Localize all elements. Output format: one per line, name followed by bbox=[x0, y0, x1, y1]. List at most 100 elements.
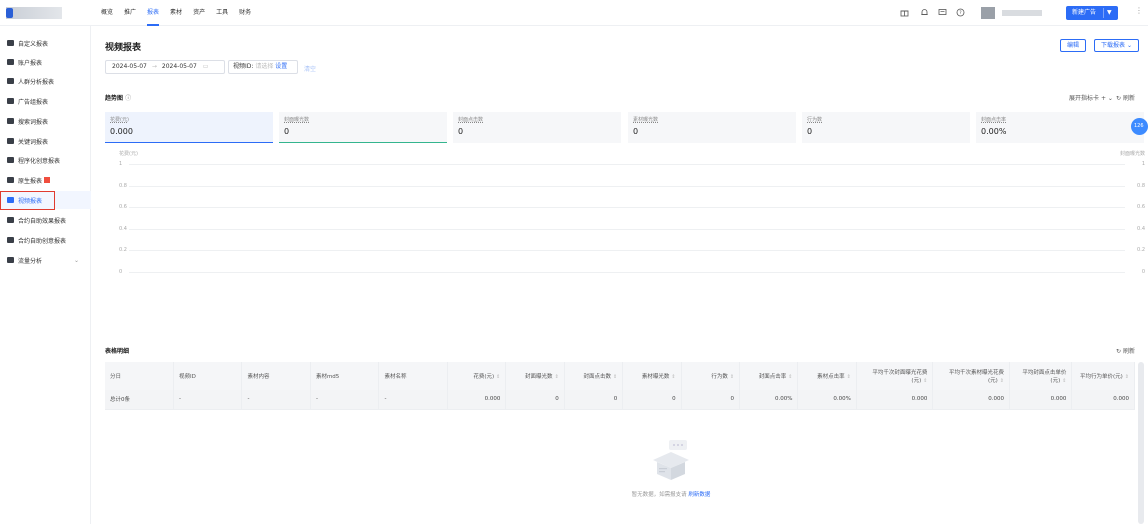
date-range-picker[interactable]: 2024-05-07 → 2024-05-07 ▭ bbox=[105, 60, 225, 74]
sidebar-item-label: 合约自助创意报表 bbox=[18, 237, 67, 245]
metric-card-cover-impressions[interactable]: 封面曝光数 0 bbox=[279, 112, 447, 143]
nav-materials[interactable]: 素材 bbox=[170, 0, 182, 26]
help-icon[interactable]: ? bbox=[956, 8, 965, 17]
sort-icon[interactable]: ⇕ bbox=[1125, 374, 1129, 380]
caret-down-icon[interactable]: ▼ bbox=[1107, 6, 1112, 20]
metric-card-spend[interactable]: 花费(元) 0.000 bbox=[105, 112, 273, 143]
sort-icon[interactable]: ⇕ bbox=[671, 374, 675, 380]
metric-card-cover-clicks[interactable]: 封面点击数 0 bbox=[453, 112, 621, 143]
nav-promotion[interactable]: 推广 bbox=[124, 0, 136, 26]
help-icon[interactable]: ⓘ bbox=[125, 95, 131, 102]
logo[interactable] bbox=[6, 7, 62, 19]
column-header[interactable]: 素材点击率 ⇕ bbox=[797, 362, 857, 390]
sidebar-item-contract-effect-report[interactable]: 合约自助效果报表 bbox=[0, 211, 91, 229]
column-header[interactable]: 封面点击数 ⇕ bbox=[564, 362, 624, 390]
sidebar-item-native-report[interactable]: 原生报表 bbox=[0, 171, 91, 189]
y-tick-right: 0.2 bbox=[1137, 247, 1145, 253]
table-cell: 0.000 bbox=[932, 390, 1010, 410]
date-start: 2024-05-07 bbox=[112, 63, 147, 70]
arrow-right-icon: → bbox=[151, 63, 157, 70]
set-link[interactable]: 设置 bbox=[275, 63, 287, 70]
gridline bbox=[129, 271, 1125, 273]
column-header[interactable]: 平均千次封面曝光花费(元) ⇕ bbox=[856, 362, 934, 390]
table-cell: - bbox=[241, 390, 311, 410]
sidebar-item-traffic-analysis[interactable]: 流量分析 ⌄ bbox=[0, 251, 91, 269]
sidebar-item-custom-report[interactable]: 自定义报表 bbox=[0, 34, 91, 52]
metric-value: 0 bbox=[633, 127, 639, 136]
refresh-table-button[interactable]: ↻ 刷新 bbox=[1116, 346, 1135, 355]
gift-icon[interactable] bbox=[900, 8, 909, 17]
column-header[interactable]: 平均行为单价(元) ⇕ bbox=[1071, 362, 1135, 390]
nav-overview[interactable]: 概览 bbox=[101, 0, 113, 26]
metric-label: 花费(元) bbox=[110, 117, 129, 123]
table-cell: 0.00% bbox=[797, 390, 857, 410]
top-bar: 概览 推广 报表 素材 资产 工具 财务 ? 新建广告 ▼ ⋮ bbox=[0, 0, 1148, 26]
table-cell: - bbox=[173, 390, 243, 410]
trend-title-text: 趋势图 bbox=[105, 95, 124, 102]
trend-chart: 花费(元) 封面曝光数 1 1 0.8 0.8 0.6 0.6 0.4 0.4 0.2 0.2 0 0 bbox=[105, 150, 1145, 300]
account-name[interactable] bbox=[1002, 10, 1042, 16]
column-header[interactable]: 花费(元) ⇕ bbox=[447, 362, 507, 390]
sidebar-item-programmatic-report[interactable]: 程序化创意报表 bbox=[0, 151, 91, 169]
sort-icon[interactable]: ⇕ bbox=[847, 374, 851, 380]
trend-title: 趋势图 ⓘ bbox=[105, 93, 131, 102]
metric-card-material-impressions[interactable]: 素材曝光数 0 bbox=[628, 112, 796, 143]
bell-icon[interactable] bbox=[920, 8, 929, 17]
avatar[interactable] bbox=[981, 7, 995, 19]
sort-icon[interactable]: ⇕ bbox=[613, 374, 617, 380]
adgroup-icon bbox=[7, 98, 14, 104]
chevron-down-icon: ⌄ bbox=[1126, 42, 1132, 49]
chevron-down-icon: ⌄ bbox=[74, 256, 80, 264]
gridline bbox=[129, 207, 1125, 208]
sort-icon[interactable]: ⇕ bbox=[788, 374, 792, 380]
nav-finance[interactable]: 财务 bbox=[239, 0, 251, 26]
message-icon[interactable] bbox=[938, 8, 947, 17]
refresh-data-link[interactable]: 刷新数据 bbox=[688, 492, 710, 498]
sort-icon[interactable]: ⇕ bbox=[1062, 378, 1066, 384]
table-cell: 0 bbox=[505, 390, 565, 410]
metric-value: 0.000 bbox=[110, 127, 133, 136]
more-icon[interactable]: ⋮ bbox=[1135, 6, 1143, 15]
sort-icon[interactable]: ⇕ bbox=[1000, 378, 1004, 384]
column-header[interactable]: 平均封面点击单价(元) ⇕ bbox=[1009, 362, 1073, 390]
sort-icon[interactable]: ⇕ bbox=[730, 374, 734, 380]
column-header[interactable]: 平均千次素材曝光花费(元) ⇕ bbox=[932, 362, 1010, 390]
sidebar-item-account-report[interactable]: 账户报表 bbox=[0, 53, 91, 71]
sidebar-item-search-term-report[interactable]: 搜索词报表 bbox=[0, 112, 91, 130]
y-tick-left: 0.4 bbox=[119, 225, 127, 232]
sidebar-item-keyword-report[interactable]: 关键词报表 bbox=[0, 132, 91, 150]
video-id-filter[interactable]: 视频ID: 请选择 设置 bbox=[228, 60, 298, 74]
sort-icon[interactable]: ⇕ bbox=[923, 378, 927, 384]
scrollbar[interactable] bbox=[1138, 362, 1144, 524]
sort-icon[interactable]: ⇕ bbox=[496, 374, 500, 380]
nav-tools[interactable]: 工具 bbox=[216, 0, 228, 26]
column-header[interactable]: 素材曝光数 ⇕ bbox=[622, 362, 682, 390]
sidebar-item-audience-report[interactable]: 人群分析报表 bbox=[0, 72, 91, 90]
metric-card-cover-ctr[interactable]: 封面点击率 0.00% bbox=[976, 112, 1144, 143]
keyword-icon bbox=[7, 138, 14, 144]
nav-assets[interactable]: 资产 bbox=[193, 0, 205, 26]
expand-cards-button[interactable]: 展开指标卡 + ⌄ bbox=[1069, 93, 1113, 102]
sort-icon[interactable]: ⇕ bbox=[555, 374, 559, 380]
column-header[interactable]: 封面点击率 ⇕ bbox=[739, 362, 799, 390]
new-ad-button[interactable]: 新建广告 ▼ bbox=[1066, 6, 1118, 20]
table-cell: 总计0条 bbox=[105, 390, 174, 410]
column-header[interactable]: 行为数 ⇕ bbox=[681, 362, 741, 390]
notification-badge[interactable]: 126 bbox=[1131, 118, 1148, 135]
logo-mark bbox=[6, 8, 13, 18]
metric-value: 0 bbox=[807, 127, 813, 136]
column-header-label: 素材曝光数 bbox=[641, 374, 670, 380]
sidebar-item-label: 合约自助效果报表 bbox=[18, 217, 67, 225]
clear-link[interactable]: 清空 bbox=[304, 64, 316, 73]
refresh-trend-button[interactable]: ↻ 刷新 bbox=[1116, 93, 1135, 102]
nav-reports[interactable]: 报表 bbox=[147, 0, 160, 26]
traffic-icon bbox=[7, 257, 14, 263]
metric-card-actions[interactable]: 行为数 0 bbox=[802, 112, 970, 143]
sidebar-item-label: 人群分析报表 bbox=[18, 78, 55, 86]
edit-button[interactable]: 编辑 bbox=[1060, 39, 1087, 52]
sidebar-item-contract-creative-report[interactable]: 合约自助创意报表 bbox=[0, 231, 91, 249]
empty-message: 暂无数据，如需报支请 bbox=[631, 492, 687, 498]
download-report-button[interactable]: 下载报表 ⌄ bbox=[1094, 39, 1139, 52]
column-header[interactable]: 封面曝光数 ⇕ bbox=[505, 362, 565, 390]
sidebar-item-adgroup-report[interactable]: 广告组报表 bbox=[0, 92, 91, 110]
